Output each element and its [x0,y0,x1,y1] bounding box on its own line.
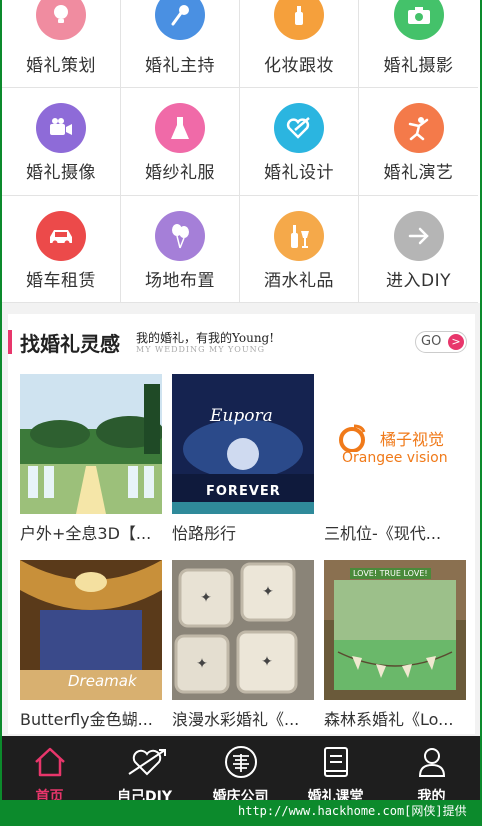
card-image: ✦ ✦ ✦ ✦ [172,560,314,700]
double-happiness-icon [223,744,259,780]
category-label: 场地布置 [145,271,215,291]
card-caption: 户外+全息3D【... [20,524,152,543]
image-logo-text: Eupora [210,406,273,426]
category-label: 进入DIY [386,271,451,291]
watermark-text: http://www.hackhome.com[网侠]提供 [238,804,467,818]
nav-label: 婚礼课堂 [307,789,364,800]
category-label: 婚礼设计 [264,163,334,183]
category-label: 化妆跟妆 [264,56,334,76]
arrow-right-icon [393,211,444,261]
video-camera-icon [36,103,86,153]
nav-label: 我的 [417,789,446,800]
car-icon [36,211,86,261]
image-watermark-text: Dreamak [68,672,137,690]
category-photography[interactable]: 婚礼摄影 [359,0,478,88]
category-label: 婚礼演艺 [383,163,454,183]
image-logo-text: 橘子视觉 [380,430,445,449]
card-caption: 怡路彤行 [172,524,237,543]
svg-text:✦: ✦ [200,590,212,606]
go-button[interactable]: GO > [415,331,467,353]
app-screen: 婚礼策划 婚礼主持 化妆跟妆 婚礼摄影 婚礼摄像 婚纱礼服 婚礼设计 婚礼演艺 … [2,0,480,800]
category-car-rental[interactable]: 婚车租赁 [2,196,121,303]
card-caption: Butterfly金色蝴... [20,710,153,729]
microphone-icon [155,0,205,40]
card-caption: 森林系婚礼《Lo... [324,710,454,729]
category-grid: 婚礼策划 婚礼主持 化妆跟妆 婚礼摄影 婚礼摄像 婚纱礼服 婚礼设计 婚礼演艺 … [2,0,480,303]
category-wedding-dress[interactable]: 婚纱礼服 [121,88,240,196]
card-caption: 浪漫水彩婚礼《... [172,710,300,729]
nav-item-diy[interactable]: 自己DIY [97,736,192,800]
category-wedding-design[interactable]: 婚礼设计 [240,88,359,196]
balloons-icon [155,211,205,261]
nav-item-home[interactable]: 首页 [2,736,97,800]
category-wedding-host[interactable]: 婚礼主持 [121,0,240,88]
card-image [20,374,162,514]
category-label: 婚车租赁 [26,271,96,291]
heart-pen-icon [274,103,324,153]
home-icon [32,744,68,780]
category-label: 婚礼主持 [145,56,215,76]
wine-icon [274,211,324,261]
svg-text:✦: ✦ [262,584,274,600]
nav-item-wedding-company[interactable]: 婚庆公司 [193,736,288,800]
svg-text:✦: ✦ [261,654,273,670]
section-slogan-sub: MY WEDDING MY YOUNG [136,345,265,354]
section-accent-bar [8,330,12,354]
go-label: GO [421,334,442,349]
image-logo-subtext: Orangee vision [342,450,448,466]
chevron-right-icon: > [448,334,464,350]
category-label: 婚礼策划 [26,56,96,76]
nav-label: 自己DIY [117,789,172,800]
category-enter-diy[interactable]: 进入DIY [359,196,478,303]
category-label: 婚礼摄像 [26,163,96,183]
book-icon [318,744,354,780]
user-icon [414,744,450,780]
category-venue-decoration[interactable]: 场地布置 [121,196,240,303]
category-makeup[interactable]: 化妆跟妆 [240,0,359,88]
category-drinks-gifts[interactable]: 酒水礼品 [240,196,359,303]
section-slogan: 我的婚礼，有我的Young! [136,331,275,345]
section-title: 找婚礼灵感 [20,332,120,356]
card-image: Eupora FOREVER [172,374,314,514]
category-label: 酒水礼品 [264,271,334,291]
inspiration-panel: 找婚礼灵感 我的婚礼，有我的Young! MY WEDDING MY YOUNG… [8,314,475,734]
category-videography[interactable]: 婚礼摄像 [2,88,121,196]
nav-label: 婚庆公司 [212,789,269,800]
dress-icon [155,103,205,153]
nav-label: 首页 [35,789,64,800]
svg-text:✦: ✦ [196,656,208,672]
image-banner-text: FOREVER [206,484,281,499]
category-label: 婚纱礼服 [145,163,215,183]
lightbulb-icon [36,0,86,40]
makeup-bottle-icon [274,0,324,40]
nav-item-me[interactable]: 我的 [384,736,479,800]
dancer-icon [393,103,444,153]
card-image: LOVE! TRUE LOVE! [324,560,466,700]
image-sign-text: LOVE! TRUE LOVE! [350,568,431,579]
heart-arrow-icon [127,744,166,780]
card-image: 橘子视觉 Orangee vision [324,374,466,514]
category-label: 婚礼摄影 [383,56,454,76]
orange-logo-icon [339,424,366,452]
bottom-nav: 首页 自己DIY 婚庆公司 婚礼课堂 我的 [2,736,480,800]
category-wedding-planning[interactable]: 婚礼策划 [2,0,121,88]
card-caption: 三机位-《现代... [324,524,442,543]
nav-item-wedding-class[interactable]: 婚礼课堂 [288,736,383,800]
camera-icon [393,0,444,40]
card-image: Dreamak [20,560,162,700]
category-performance[interactable]: 婚礼演艺 [359,88,478,196]
